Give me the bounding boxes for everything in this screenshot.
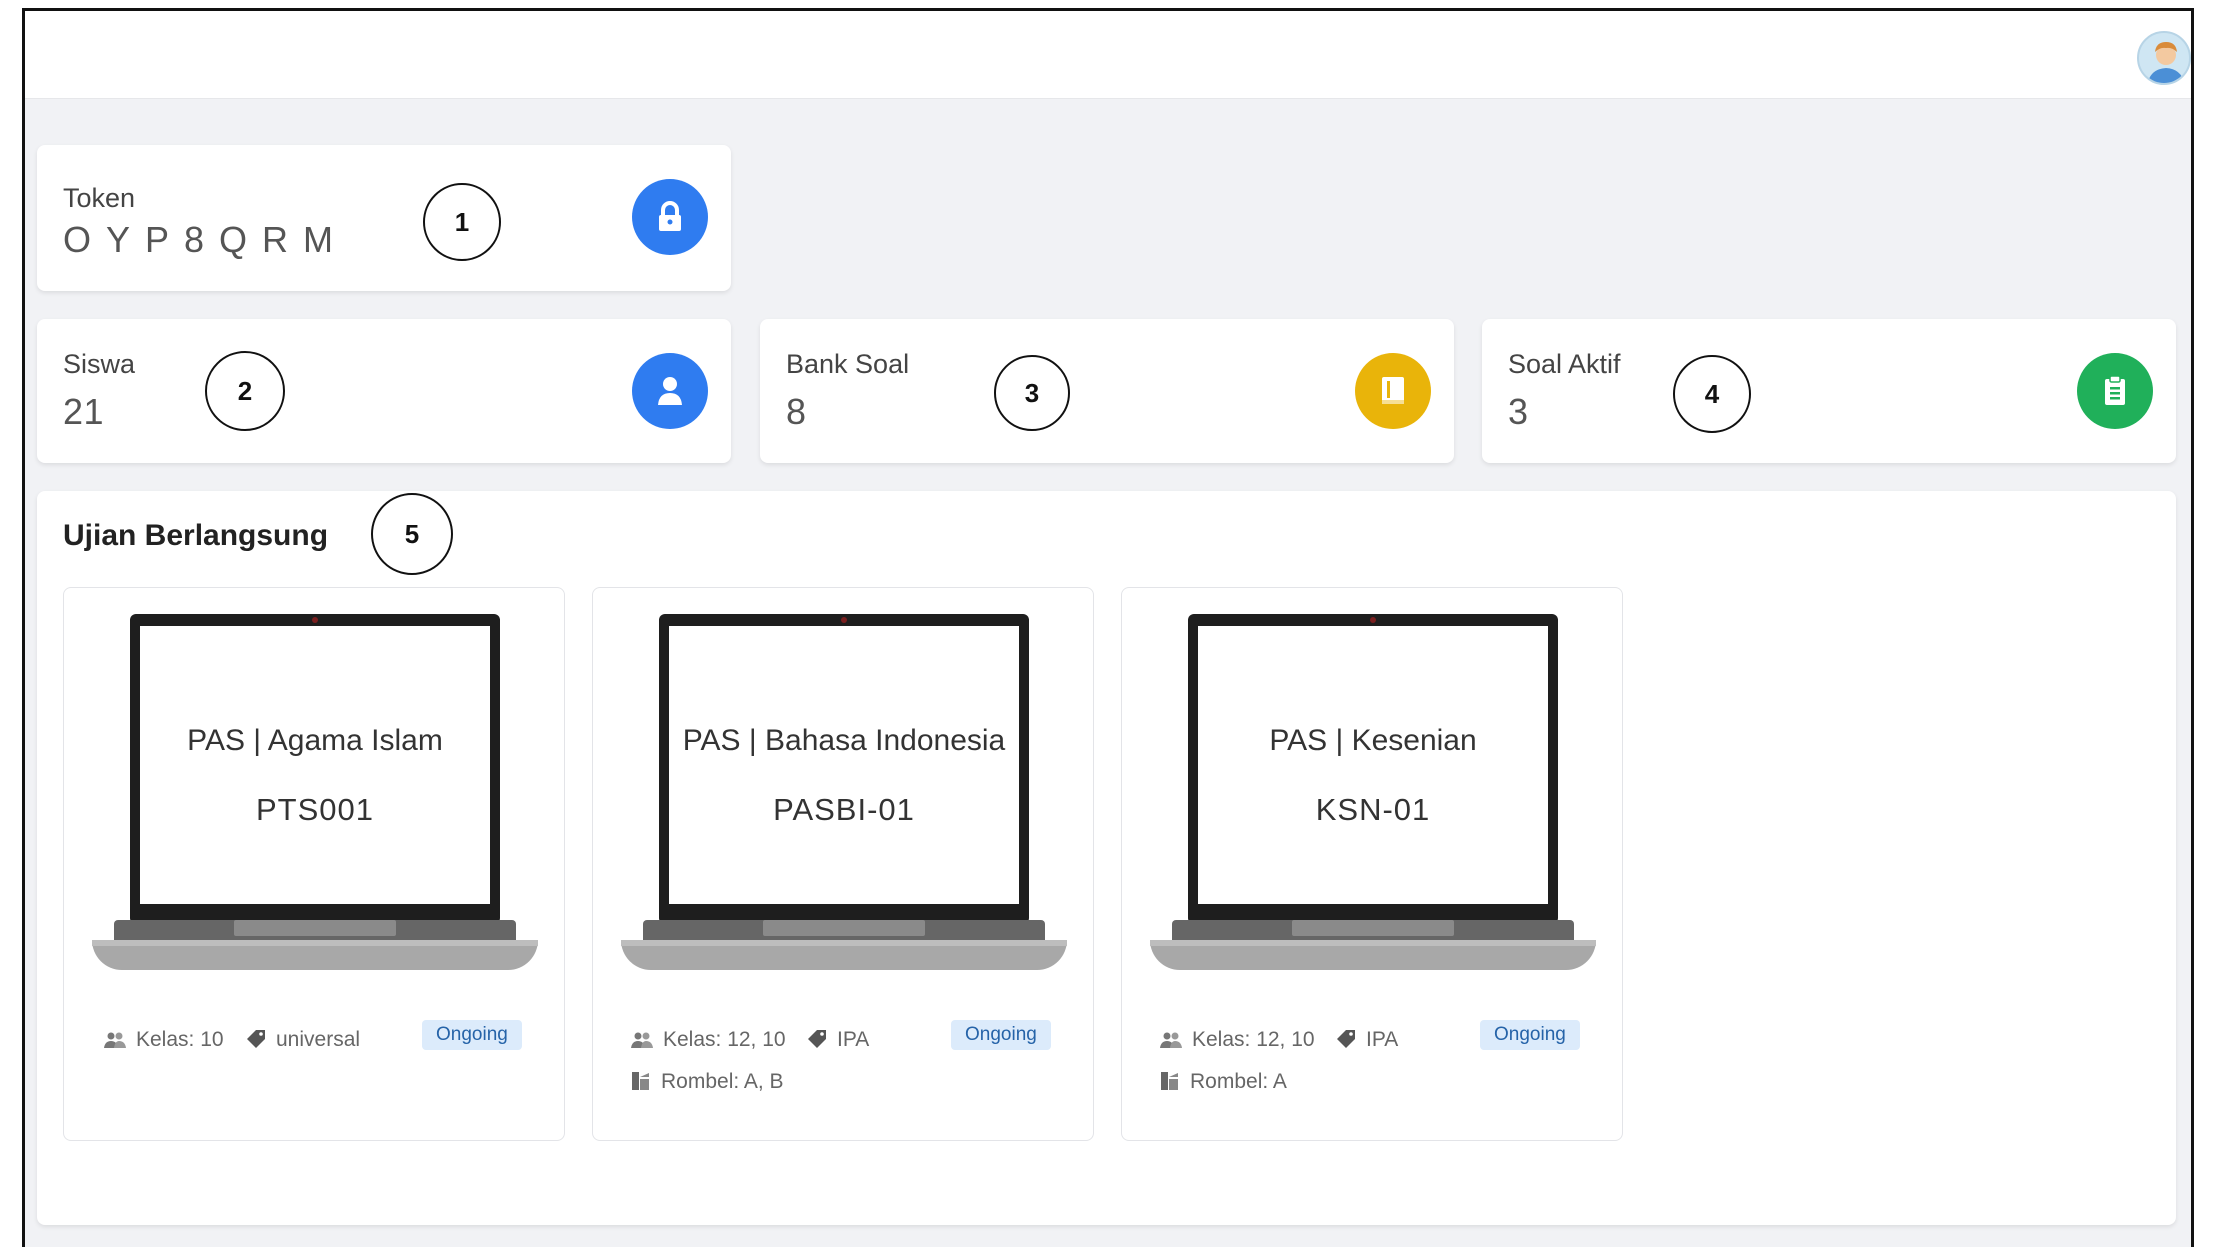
top-navbar (25, 11, 2191, 99)
exam-tag: IPA (1336, 1028, 1398, 1052)
exam-tag: IPA (807, 1028, 869, 1052)
siswa-label: Siswa (63, 349, 136, 379)
laptop-display: PAS | Bahasa Indonesia PASBI-01 (669, 626, 1019, 904)
laptop-base-edge (621, 940, 1067, 946)
exam-tag-text: IPA (1366, 1028, 1399, 1051)
dashboard-frame: Token OYP8QRM 1 Siswa 21 2 Bank Soal 8 3 (22, 8, 2194, 1247)
exam-status-badge: Ongoing (422, 1020, 522, 1050)
user-icon (658, 377, 682, 405)
exam-kelas-text: Kelas: 12, 10 (663, 1028, 786, 1051)
siswa-icon-badge (632, 353, 708, 429)
exam-tag-text: IPA (837, 1028, 870, 1051)
soal-aktif-value: 3 (1508, 391, 1529, 432)
exam-card[interactable]: PAS | Kesenian KSN-01 Kelas: 12, 10 IPA … (1121, 587, 1623, 1141)
laptop-camera (312, 617, 318, 623)
exam-kelas: Kelas: 10 (104, 1028, 224, 1052)
clipboard-icon (2105, 375, 2125, 405)
token-card: Token OYP8QRM 1 (37, 145, 731, 291)
exam-name: PAS | Bahasa Indonesia (682, 724, 1006, 757)
laptop-trackpad (234, 920, 396, 936)
book-icon (1382, 377, 1404, 404)
token-label: Token (63, 183, 136, 213)
laptop-screen: PAS | Kesenian KSN-01 (1188, 614, 1558, 924)
exam-code: PASBI-01 (773, 792, 915, 827)
bank-soal-icon-badge (1355, 353, 1431, 429)
exam-kelas: Kelas: 12, 10 (631, 1028, 786, 1052)
exam-kelas-text: Kelas: 12, 10 (1192, 1028, 1315, 1051)
laptop-display: PAS | Agama Islam PTS001 (140, 626, 490, 904)
ongoing-exams-panel: Ujian Berlangsung 5 PAS | Agama Islam PT… (37, 491, 2176, 1225)
siswa-value: 21 (63, 391, 105, 432)
users-icon (631, 1032, 653, 1048)
laptop-camera (841, 617, 847, 623)
laptop-display: PAS | Kesenian KSN-01 (1198, 626, 1548, 904)
laptop-base-edge (1150, 940, 1596, 946)
users-icon (1160, 1032, 1182, 1048)
avatar-person-icon (2147, 42, 2185, 83)
rombel-icon (632, 1072, 649, 1090)
ongoing-exams-title: Ujian Berlangsung (63, 519, 329, 552)
tag-icon (808, 1030, 826, 1048)
exam-rombel-text: Rombel: A (1190, 1070, 1287, 1093)
laptop-screen: PAS | Agama Islam PTS001 (130, 614, 500, 924)
callout-marker-1: 1 (423, 183, 501, 261)
laptop-base-edge (92, 940, 538, 946)
bank-soal-card: Bank Soal 8 3 (760, 319, 1454, 463)
lock-icon (659, 201, 681, 231)
bank-soal-value: 8 (786, 391, 807, 432)
exam-code: KSN-01 (1315, 792, 1431, 827)
rombel-icon (1161, 1072, 1178, 1090)
exam-rombel: Rombel: A (1160, 1070, 1287, 1094)
exam-status-badge: Ongoing (1480, 1020, 1580, 1050)
user-avatar[interactable] (2137, 31, 2191, 85)
exam-kelas: Kelas: 12, 10 (1160, 1028, 1315, 1052)
token-value: OYP8QRM (63, 219, 349, 260)
tag-icon (247, 1030, 265, 1048)
laptop-camera (1370, 617, 1376, 623)
callout-marker-3: 3 (994, 355, 1070, 431)
exam-status-badge: Ongoing (951, 1020, 1051, 1050)
soal-aktif-label: Soal Aktif (1508, 349, 1621, 379)
exam-kelas-text: Kelas: 10 (136, 1028, 224, 1051)
exam-rombel-text: Rombel: A, B (661, 1070, 784, 1093)
soal-aktif-card: Soal Aktif 3 4 (1482, 319, 2176, 463)
laptop-screen: PAS | Bahasa Indonesia PASBI-01 (659, 614, 1029, 924)
exam-code: PTS001 (255, 792, 374, 827)
tag-icon (1337, 1030, 1355, 1048)
exam-tag: universal (246, 1028, 360, 1052)
callout-marker-5: 5 (371, 493, 453, 575)
laptop-trackpad (1292, 920, 1454, 936)
soal-aktif-icon-badge (2077, 353, 2153, 429)
token-icon-badge (632, 179, 708, 255)
laptop-trackpad (763, 920, 925, 936)
exam-tag-text: universal (276, 1028, 361, 1051)
exam-card[interactable]: PAS | Bahasa Indonesia PASBI-01 Kelas: 1… (592, 587, 1094, 1141)
users-icon (104, 1032, 126, 1048)
callout-marker-4: 4 (1673, 355, 1751, 433)
callout-marker-2: 2 (205, 351, 285, 431)
exam-card[interactable]: PAS | Agama Islam PTS001 Kelas: 10 unive… (63, 587, 565, 1141)
exam-name: PAS | Kesenian (1269, 724, 1477, 757)
exam-rombel: Rombel: A, B (631, 1070, 784, 1094)
siswa-card: Siswa 21 2 (37, 319, 731, 463)
bank-soal-label: Bank Soal (786, 349, 910, 379)
exam-name: PAS | Agama Islam (187, 724, 443, 757)
